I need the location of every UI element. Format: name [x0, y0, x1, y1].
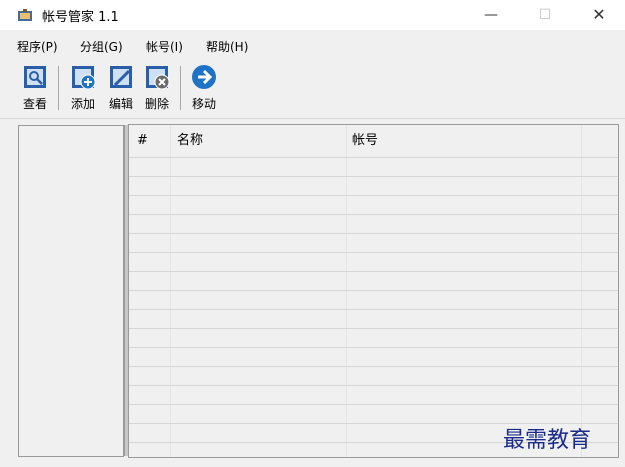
column-header-name[interactable]: 名称 — [177, 125, 203, 157]
edit-label: 编辑 — [108, 97, 133, 111]
menu-bar: 程序(P) 分组(G) 帐号(I) 帮助(H) — [0, 30, 625, 60]
menu-program[interactable]: 程序(P) — [17, 38, 58, 55]
column-divider — [346, 125, 347, 457]
table-row-line — [129, 328, 618, 329]
toolbar-separator — [180, 66, 181, 110]
table-row-line — [129, 290, 618, 291]
table-row-line — [129, 385, 618, 386]
column-divider — [170, 125, 171, 457]
column-header-account[interactable]: 帐号 — [352, 125, 378, 157]
delete-button[interactable]: 删除 — [140, 64, 174, 112]
table-row-line — [129, 309, 618, 310]
table-row-line — [129, 214, 618, 215]
watermark: 最需教育 — [503, 428, 592, 453]
view-button[interactable]: 查看 — [18, 64, 52, 112]
app-icon — [18, 9, 32, 21]
table-row-line — [129, 252, 618, 253]
table-row-line — [129, 404, 618, 405]
move-button[interactable]: 移动 — [186, 64, 222, 112]
add-icon — [72, 66, 96, 90]
view-icon — [24, 66, 46, 88]
add-button[interactable]: 添加 — [66, 64, 100, 112]
account-table[interactable]: # 名称 帐号 — [128, 124, 619, 458]
toolbar-separator — [58, 66, 59, 110]
arrow-right-icon — [192, 65, 216, 89]
table-row-line — [129, 176, 618, 177]
column-header-index[interactable]: # — [137, 125, 148, 157]
window-title: 帐号管家 1.1 — [42, 10, 119, 25]
group-tree-panel[interactable] — [18, 125, 124, 457]
menu-group[interactable]: 分组(G) — [80, 38, 123, 55]
table-row-line — [129, 366, 618, 367]
move-label: 移动 — [191, 97, 216, 111]
menu-help[interactable]: 帮助(H) — [206, 38, 248, 55]
edit-icon — [110, 66, 132, 88]
toolbar: 查看 添加 编辑 删除 移动 — [0, 60, 625, 119]
table-row-line — [129, 195, 618, 196]
column-divider — [581, 125, 582, 457]
view-label: 查看 — [22, 97, 47, 111]
edit-button[interactable]: 编辑 — [104, 64, 138, 112]
table-row-line — [129, 233, 618, 234]
delete-label: 删除 — [144, 97, 169, 111]
close-button[interactable]: ✕ — [576, 0, 622, 30]
table-row-line — [129, 271, 618, 272]
title-bar: 帐号管家 1.1 — ☐ ✕ — [0, 0, 625, 30]
add-label: 添加 — [70, 97, 95, 111]
table-row-line — [129, 157, 618, 158]
maximize-button[interactable]: ☐ — [522, 0, 568, 30]
menu-account[interactable]: 帐号(I) — [146, 38, 183, 55]
minimize-button[interactable]: — — [468, 0, 514, 30]
delete-icon — [146, 66, 170, 90]
table-row-line — [129, 347, 618, 348]
